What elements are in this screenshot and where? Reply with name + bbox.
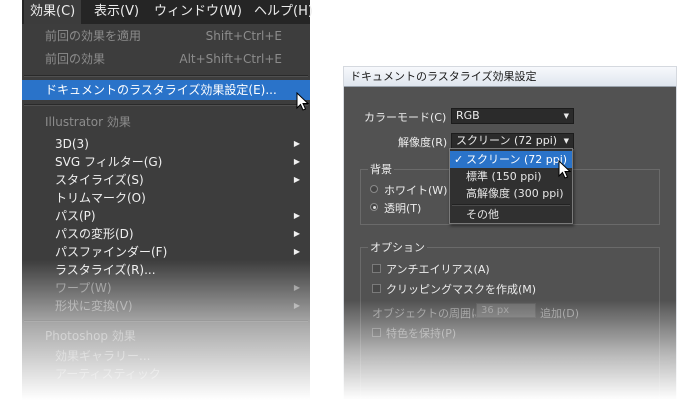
submenu-arrow-icon: ▶ bbox=[293, 247, 300, 256]
dialog-title-bar[interactable]: ドキュメントのラスタライズ効果設定 bbox=[344, 67, 676, 87]
clipping-mask-label: クリッピングマスクを作成(M) bbox=[386, 283, 537, 296]
checkmark-icon: ✓ bbox=[454, 153, 464, 166]
document-raster-effects-dialog: ドキュメントのラスタライズ効果設定 カラーモード(C) : RGB ▼ 解像度(… bbox=[343, 66, 677, 400]
menu-item-label: パスファインダー(F) bbox=[55, 245, 168, 259]
menu-item-label: 前回の効果を適用 bbox=[45, 29, 142, 43]
clipping-mask-checkbox[interactable] bbox=[372, 284, 381, 293]
color-mode-label: カラーモード(C) : bbox=[364, 111, 454, 124]
menu-item-last-effect[interactable]: 前回の効果 Alt+Shift+Ctrl+E bbox=[22, 49, 310, 69]
menu-item-artistic[interactable]: アーティスティック bbox=[22, 364, 310, 384]
menu-help[interactable]: ヘルプ(H) bbox=[248, 0, 319, 24]
color-mode-select[interactable]: RGB ▼ bbox=[451, 108, 574, 124]
resolution-option-high[interactable]: 高解像度 (300 ppi) bbox=[450, 185, 572, 202]
menu-effect[interactable]: 効果(C) bbox=[24, 0, 82, 24]
menu-item-shortcut: Alt+Shift+Ctrl+E bbox=[179, 52, 282, 66]
submenu-arrow-icon: ▶ bbox=[293, 283, 300, 292]
menu-item-label: 効果ギャラリー... bbox=[55, 349, 151, 363]
menu-item-document-raster-effects-settings[interactable]: ドキュメントのラスタライズ効果設定(E)... bbox=[22, 80, 310, 100]
background-group-label: 背景 bbox=[368, 161, 394, 177]
menu-item-label: パス(P) bbox=[55, 209, 96, 223]
color-mode-value: RGB bbox=[456, 109, 480, 122]
menu-item-label: パスの変形(D) bbox=[55, 227, 134, 241]
dialog-body: カラーモード(C) : RGB ▼ 解像度(R) : スクリーン (72 ppi… bbox=[350, 87, 670, 399]
menu-section-label: Illustrator 効果 bbox=[45, 115, 131, 129]
antialias-label: アンチエイリアス(A) bbox=[386, 263, 490, 276]
menu-item-label: 前回の効果 bbox=[45, 52, 106, 66]
option-label: 標準 (150 ppi) bbox=[466, 170, 542, 183]
background-transparent-label: 透明(T) bbox=[384, 202, 422, 215]
add-label: 追加(D) bbox=[540, 307, 580, 320]
background-white-radio[interactable] bbox=[370, 185, 378, 193]
menu-item-label: ワープ(W) bbox=[55, 281, 112, 295]
menu-section-illustrator-effects: Illustrator 効果 bbox=[22, 112, 310, 132]
resolution-dropdown-list: ✓ スクリーン (72 ppi) 標準 (150 ppi) 高解像度 (300 … bbox=[449, 148, 573, 224]
menu-item-pathfinder[interactable]: パスファインダー(F) ▶ bbox=[22, 242, 310, 262]
menu-item-rasterize[interactable]: ラスタライズ(R)... bbox=[22, 260, 310, 280]
add-around-input[interactable]: 36 px bbox=[476, 303, 536, 318]
resolution-value: スクリーン (72 ppi) bbox=[456, 134, 558, 147]
menu-item-label: トリムマーク(O) bbox=[55, 191, 146, 205]
menu-item-warp[interactable]: ワープ(W) ▶ bbox=[22, 278, 310, 298]
resolution-option-medium[interactable]: 標準 (150 ppi) bbox=[450, 168, 572, 185]
menu-item-label: スタイライズ(S) bbox=[55, 173, 144, 187]
menu-item-label: ラスタライズ(R)... bbox=[55, 263, 156, 277]
preserve-spot-checkbox[interactable] bbox=[372, 328, 381, 337]
submenu-arrow-icon: ▶ bbox=[293, 175, 300, 184]
menu-section-label: Photoshop 効果 bbox=[45, 329, 136, 343]
menu-item-label: ドキュメントのラスタライズ効果設定(E)... bbox=[45, 83, 277, 97]
menu-item-label: アーティスティック bbox=[55, 367, 161, 381]
submenu-arrow-icon: ▶ bbox=[293, 157, 300, 166]
resolution-select[interactable]: スクリーン (72 ppi) ▼ bbox=[451, 133, 574, 149]
option-label: 高解像度 (300 ppi) bbox=[466, 187, 564, 200]
menu-item-path[interactable]: パス(P) ▶ bbox=[22, 206, 310, 226]
submenu-arrow-icon: ▶ bbox=[293, 229, 300, 238]
menu-item-apply-last-effect[interactable]: 前回の効果を適用 Shift+Ctrl+E bbox=[22, 26, 310, 46]
menu-separator bbox=[24, 75, 308, 77]
antialias-checkbox[interactable] bbox=[372, 264, 381, 273]
option-label: その他 bbox=[466, 208, 499, 221]
background-white-label: ホワイト(W) bbox=[384, 184, 448, 197]
option-label: スクリーン (72 ppi) bbox=[466, 153, 568, 166]
add-around-value: 36 px bbox=[481, 305, 510, 316]
menu-item-stylize[interactable]: スタイライズ(S) ▶ bbox=[22, 170, 310, 190]
menu-item-label: 3D(3) bbox=[55, 137, 89, 151]
menu-separator bbox=[24, 104, 308, 106]
menu-item-shortcut: Shift+Ctrl+E bbox=[205, 29, 282, 43]
submenu-arrow-icon: ▶ bbox=[293, 301, 300, 310]
menu-section-photoshop-effects: Photoshop 効果 bbox=[22, 326, 310, 346]
resolution-label: 解像度(R) : bbox=[398, 136, 455, 149]
dialog-title: ドキュメントのラスタライズ効果設定 bbox=[350, 70, 537, 83]
resolution-option-screen[interactable]: ✓ スクリーン (72 ppi) bbox=[450, 151, 572, 168]
menu-item-distort-transform[interactable]: パスの変形(D) ▶ bbox=[22, 224, 310, 244]
menu-window[interactable]: ウィンドウ(W) bbox=[148, 0, 248, 24]
chevron-down-icon: ▼ bbox=[563, 137, 569, 145]
chevron-down-icon: ▼ bbox=[563, 112, 569, 120]
options-group-label: オプション bbox=[368, 239, 427, 255]
menu-item-label: 形状に変換(V) bbox=[55, 299, 133, 313]
menu-view[interactable]: 表示(V) bbox=[88, 0, 145, 24]
submenu-arrow-icon: ▶ bbox=[293, 211, 300, 220]
effect-menu: 前回の効果を適用 Shift+Ctrl+E 前回の効果 Alt+Shift+Ct… bbox=[22, 24, 310, 400]
menu-item-svg-filters[interactable]: SVG フィルター(G) ▶ bbox=[22, 152, 310, 172]
menu-item-convert-to-shape[interactable]: 形状に変換(V) ▶ bbox=[22, 296, 310, 316]
menu-item-3d[interactable]: 3D(3) ▶ bbox=[22, 134, 310, 154]
resolution-option-other[interactable]: その他 bbox=[450, 206, 572, 223]
menu-item-crop-marks[interactable]: トリムマーク(O) bbox=[22, 188, 310, 208]
menu-item-label: SVG フィルター(G) bbox=[55, 155, 163, 169]
add-around-label: オブジェクトの周囲に bbox=[372, 307, 482, 320]
preserve-spot-label: 特色を保持(P) bbox=[386, 327, 457, 340]
background-transparent-radio[interactable] bbox=[370, 203, 378, 211]
submenu-arrow-icon: ▶ bbox=[293, 139, 300, 148]
menu-separator bbox=[24, 320, 308, 322]
menu-item-effect-gallery[interactable]: 効果ギャラリー... bbox=[22, 346, 310, 366]
menu-bar: 効果(C) 表示(V) ウィンドウ(W) ヘルプ(H) bbox=[22, 0, 313, 25]
